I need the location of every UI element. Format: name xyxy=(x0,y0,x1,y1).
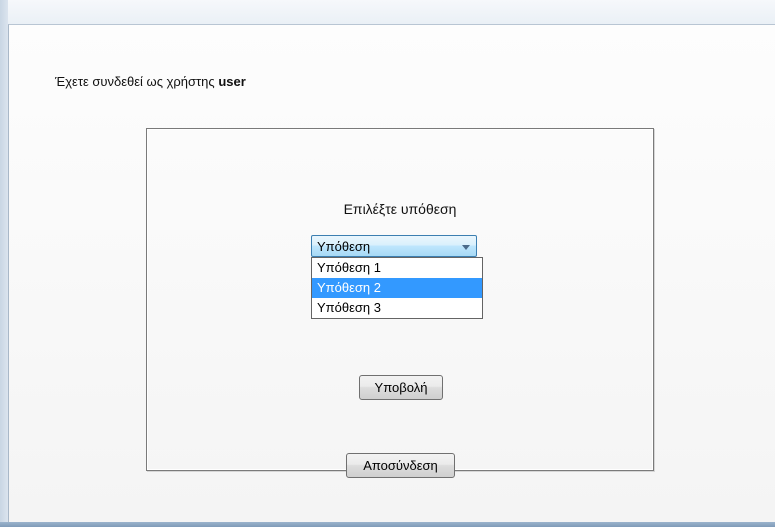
window-left-border xyxy=(0,0,8,527)
chevron-down-icon xyxy=(462,245,470,250)
case-option-2[interactable]: Υπόθεση 2 xyxy=(312,278,482,298)
case-option-3[interactable]: Υπόθεση 3 xyxy=(312,298,482,318)
browser-window: Έχετε συνδεθεί ως χρήστης user Επιλέξτε … xyxy=(0,0,775,527)
select-case-prompt: Επιλέξτε υπόθεση xyxy=(343,201,457,217)
case-options-list: Υπόθεση 1 Υπόθεση 2 Υπόθεση 3 xyxy=(311,257,483,319)
login-status: Έχετε συνδεθεί ως χρήστης user xyxy=(55,74,246,89)
submit-button[interactable]: Υποβολή xyxy=(359,375,443,400)
window-top-border xyxy=(8,0,775,24)
username: user xyxy=(218,74,246,89)
case-option-1[interactable]: Υπόθεση 1 xyxy=(312,258,482,278)
logout-button[interactable]: Αποσύνδεση xyxy=(346,453,455,478)
window-bottom-border xyxy=(0,522,775,527)
case-selection-panel: Επιλέξτε υπόθεση Υπόθεση Υπόθεση 1 Υπόθε… xyxy=(146,128,654,478)
page-content: Έχετε συνδεθεί ως χρήστης user Επιλέξτε … xyxy=(8,24,775,522)
case-select[interactable]: Υπόθεση xyxy=(311,235,477,257)
case-select-value: Υπόθεση xyxy=(317,239,371,254)
login-status-text: Έχετε συνδεθεί ως χρήστης xyxy=(55,74,215,89)
